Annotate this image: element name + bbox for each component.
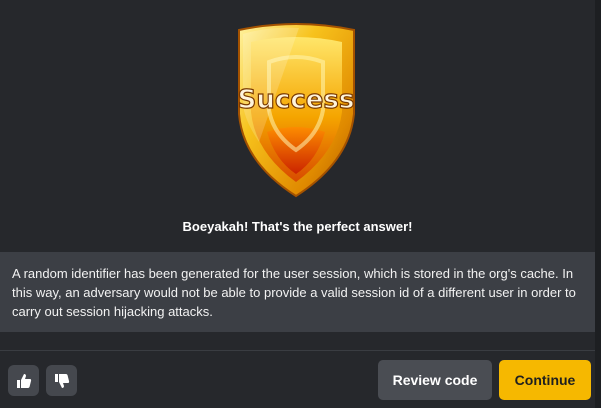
result-panel: Success Boeyakah! That's the perfect ans…	[0, 0, 595, 408]
continue-button[interactable]: Continue	[499, 360, 591, 400]
success-badge-text: Success	[238, 85, 355, 115]
thumbs-up-icon	[16, 373, 31, 388]
thumbs-down-icon	[54, 373, 69, 388]
success-shield-icon: Success	[237, 23, 355, 198]
thumbs-down-button[interactable]	[46, 365, 77, 396]
explanation-text: A random identifier has been generated f…	[12, 266, 576, 319]
scrollbar-track	[595, 0, 601, 408]
result-headline: Boeyakah! That's the perfect answer!	[182, 219, 413, 234]
explanation-box: A random identifier has been generated f…	[0, 252, 595, 332]
footer-divider	[0, 350, 595, 351]
thumbs-up-button[interactable]	[8, 365, 39, 396]
review-code-button[interactable]: Review code	[378, 360, 492, 400]
